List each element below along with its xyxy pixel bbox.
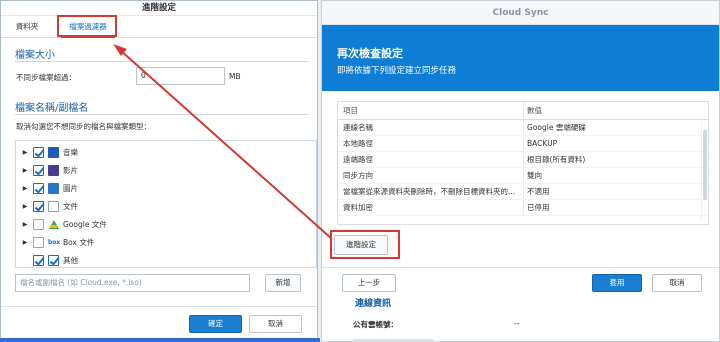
checkbox[interactable]	[33, 254, 44, 266]
file-type-label: 文件	[63, 201, 78, 211]
filename-section-title: 檔案名稱/副檔名	[15, 103, 89, 114]
scrollbar-thumb[interactable]	[703, 130, 707, 200]
tab-highlight	[57, 15, 117, 37]
google-docs-icon	[48, 218, 59, 230]
row-value: 不適用	[523, 184, 695, 199]
file-type-label: 圖片	[63, 183, 78, 193]
checkbox[interactable]	[33, 236, 44, 248]
table-row: 遠端路徑 根目錄(所有資料)	[338, 152, 708, 168]
cloud-sync-title: Cloud Sync	[322, 1, 719, 25]
list-item[interactable]: ▶ 圖片	[16, 180, 306, 196]
back-button[interactable]: 上一步	[342, 274, 396, 292]
file-size-section-title: 檔案大小	[15, 50, 55, 61]
tab-bar: 資料夾 檔案過濾器	[1, 16, 317, 38]
column-header-item: 項目	[343, 106, 358, 115]
file-type-label: 音樂	[63, 147, 78, 157]
row-item: 同步方向	[343, 171, 373, 180]
section-divider	[15, 61, 309, 62]
expand-arrow-icon[interactable]: ▶	[20, 167, 30, 174]
expand-arrow-icon[interactable]: ▶	[20, 203, 30, 210]
filter-hint: 取消勾選您不想同步的檔名與檔案類型：	[16, 122, 151, 131]
video-icon	[48, 164, 59, 176]
taskbar-strip	[0, 338, 320, 342]
cancel-button[interactable]: 取消	[249, 315, 302, 333]
file-type-label: 其他	[63, 255, 78, 265]
row-item: 本地路徑	[343, 139, 373, 148]
advanced-settings-window: 進階設定 資料夾 檔案過濾器 檔案大小 不同步檔案超過： 0 MB 檔案名稱/副…	[0, 0, 318, 342]
list-item[interactable]: 其他	[16, 252, 306, 268]
cloud-sync-footer: 上一步 套用 取消	[322, 267, 719, 295]
checkbox[interactable]	[48, 254, 59, 266]
extension-input[interactable]: 檔名或副檔名 (如 Cloud.exe, *.iso)	[15, 274, 250, 292]
settings-summary-table: 項目 數值 連線名稱 Google 雲端硬碟 本地路徑 BACKUP 遠端路徑 …	[337, 101, 709, 225]
list-item[interactable]: ▶ box Box 文件	[16, 234, 306, 250]
file-type-label: 影片	[63, 165, 78, 175]
row-item: 遠端路徑	[343, 155, 373, 164]
section-divider	[15, 114, 309, 115]
ok-button[interactable]: 確定	[189, 315, 242, 333]
row-item: 當檔案從來源資料夾刪除時，不刪除目標資料夾的...	[343, 187, 516, 196]
row-value: 雙向	[523, 168, 695, 183]
row-value: Google 雲端硬碟	[523, 120, 695, 135]
row-item: 連線名稱	[343, 123, 373, 132]
table-row: 同步方向 雙向	[338, 168, 708, 184]
list-item[interactable]: ▶ 影片	[16, 162, 306, 178]
checkbox[interactable]	[33, 164, 44, 176]
table-scrollbar[interactable]	[701, 122, 707, 220]
table-row: 當檔案從來源資料夾刪除時，不刪除目標資料夾的... 不適用	[338, 184, 708, 200]
table-header: 項目 數值	[338, 102, 708, 120]
review-subtitle: 即將依據下列設定建立同步任務	[337, 66, 457, 76]
document-icon	[48, 200, 59, 212]
size-limit-input[interactable]: 0	[136, 67, 225, 85]
image-icon	[48, 182, 59, 194]
checkbox[interactable]	[33, 200, 44, 212]
add-button[interactable]: 新增	[265, 274, 301, 292]
checkbox[interactable]	[33, 146, 44, 158]
table-row: 本地路徑 BACKUP	[338, 136, 708, 152]
size-limit-label: 不同步檔案超過：	[16, 73, 76, 82]
advanced-button-highlight	[330, 230, 400, 259]
cloud-sync-window: Cloud Sync 再次檢查設定 即將依據下列設定建立同步任務 項目 數值 連…	[321, 0, 720, 342]
box-icon: box	[48, 236, 61, 248]
connection-info-title: 連線資訊	[355, 299, 392, 309]
tab-folders[interactable]: 資料夾	[7, 16, 47, 38]
checkbox[interactable]	[33, 218, 44, 230]
footer-divider	[1, 306, 317, 307]
review-title: 再次檢查設定	[337, 47, 403, 60]
size-unit-label: MB	[229, 72, 241, 81]
list-item[interactable]: ▶ 文件	[16, 198, 306, 214]
row-value: 已停用	[523, 200, 695, 215]
expand-arrow-icon[interactable]: ▶	[20, 221, 30, 228]
list-item[interactable]: ▶ 音樂	[16, 144, 306, 160]
music-icon	[48, 146, 59, 158]
advanced-window-title: 進階設定	[1, 1, 317, 16]
public-account-value: --	[514, 319, 520, 328]
apply-button[interactable]: 套用	[592, 274, 642, 292]
row-value: 根目錄(所有資料)	[523, 152, 695, 167]
file-type-label: Box 文件	[63, 237, 95, 247]
connection-info-section: 連線資訊 公有雲帳號： --	[333, 294, 713, 342]
expand-arrow-icon[interactable]: ▶	[20, 239, 30, 246]
review-header: 再次檢查設定 即將依據下列設定建立同步任務	[322, 25, 719, 91]
checkbox[interactable]	[33, 182, 44, 194]
cancel-button[interactable]: 取消	[652, 274, 702, 292]
column-header-value: 數值	[523, 102, 695, 119]
expand-arrow-icon[interactable]: ▶	[20, 149, 30, 156]
list-item[interactable]: ▶ Google 文件	[16, 216, 306, 232]
public-account-label: 公有雲帳號：	[353, 320, 398, 329]
table-row: 連線名稱 Google 雲端硬碟	[338, 120, 708, 136]
expand-arrow-icon[interactable]: ▶	[20, 185, 30, 192]
table-row: 資料加密 已停用	[338, 200, 708, 216]
file-type-list: ▶ 音樂 ▶ 影片 ▶ 圖片 ▶ 文件 ▶ Google 文件 ▶ box Bo…	[15, 140, 317, 268]
file-type-label: Google 文件	[63, 219, 107, 229]
row-item: 資料加密	[343, 203, 373, 212]
row-value: BACKUP	[523, 136, 695, 151]
